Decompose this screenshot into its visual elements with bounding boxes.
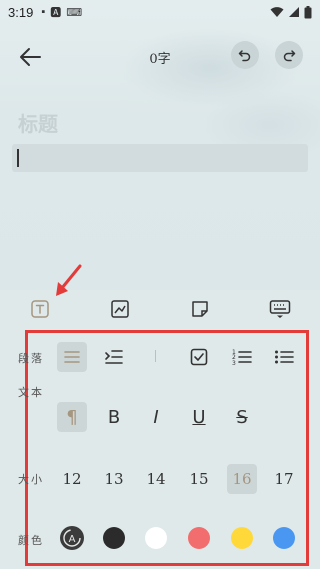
color-red-swatch[interactable] (188, 527, 210, 549)
auto-color-icon: A (60, 526, 84, 550)
tab-sticky-note[interactable] (188, 298, 212, 320)
battery-icon (304, 5, 312, 18)
row-label-text: 文本 (18, 386, 44, 399)
font-size-12-button[interactable]: 12 (57, 464, 87, 494)
indent-button[interactable] (99, 342, 129, 372)
wifi-icon (270, 7, 284, 17)
bold-button[interactable]: B (99, 402, 129, 432)
tab-image[interactable] (108, 298, 132, 320)
strikethrough-icon: S (236, 406, 248, 428)
font-size-13-button[interactable]: 13 (99, 464, 129, 494)
color-auto-button[interactable]: A (57, 523, 87, 553)
svg-text:A: A (69, 534, 76, 545)
bold-icon: B (107, 406, 121, 428)
sim-icon: ▪ (41, 6, 46, 18)
font-size-15-button[interactable]: 15 (184, 464, 214, 494)
redo-icon (283, 50, 296, 62)
font-size-12: 12 (62, 470, 82, 488)
bullet-list-icon (275, 350, 294, 364)
font-size-13: 13 (104, 470, 124, 488)
indent-icon (105, 350, 123, 364)
svg-text:3: 3 (232, 360, 236, 366)
align-left-button[interactable] (57, 342, 87, 372)
editor-area: 3:19 ▪ 🅰 ⌨ 0字 标题 (0, 0, 320, 290)
checklist-button[interactable] (184, 342, 214, 372)
sticky-note-icon (192, 301, 208, 317)
image-icon (111, 300, 129, 318)
paragraph-separator (155, 350, 156, 362)
row-label-size: 大小 (18, 473, 44, 486)
color-yellow-swatch[interactable] (231, 527, 253, 549)
redo-button[interactable] (275, 41, 303, 69)
text-format-icon (31, 300, 49, 318)
numbered-list-button[interactable]: 1 2 3 (227, 342, 257, 372)
back-button[interactable] (16, 42, 46, 72)
paragraph-style-button[interactable]: ¶ (57, 402, 87, 432)
font-size-16-button[interactable]: 16 (227, 464, 257, 494)
undo-button[interactable] (231, 41, 259, 69)
color-black-swatch[interactable] (103, 527, 125, 549)
font-size-14-button[interactable]: 14 (141, 464, 171, 494)
status-bar: 3:19 ▪ 🅰 ⌨ (0, 0, 320, 24)
text-caret (17, 149, 19, 167)
pilcrow-icon: ¶ (66, 406, 78, 428)
arrow-left-icon (20, 48, 41, 66)
tab-keyboard[interactable] (268, 298, 292, 320)
row-label-paragraph: 段落 (18, 352, 44, 365)
align-left-icon (64, 351, 80, 363)
signal-icon (289, 7, 299, 17)
italic-button[interactable]: I (141, 402, 171, 432)
strikethrough-button[interactable]: S (227, 402, 257, 432)
underline-icon: U (192, 406, 206, 428)
italic-icon: I (153, 406, 159, 428)
underline-button[interactable]: U (184, 402, 214, 432)
title-input[interactable]: 标题 (18, 108, 58, 137)
status-time: 3:19 (8, 4, 34, 20)
numbered-list-icon: 1 2 3 (232, 349, 252, 366)
top-toolbar: 0字 (0, 38, 320, 76)
body-input[interactable] (12, 144, 308, 172)
color-white-swatch[interactable] (145, 527, 167, 549)
keyboard-icon: ⌨ (66, 6, 83, 19)
font-size-17-button[interactable]: 17 (269, 464, 299, 494)
font-size-14: 14 (146, 470, 166, 488)
font-size-17: 17 (274, 470, 294, 488)
font-size-16: 16 (232, 470, 252, 488)
row-label-color: 颜色 (18, 534, 44, 547)
color-blue-swatch[interactable] (273, 527, 295, 549)
text-icon: 🅰 (50, 7, 62, 19)
format-tab-bar (0, 290, 320, 328)
bullet-list-button[interactable] (269, 342, 299, 372)
tab-text-format[interactable] (28, 298, 52, 320)
font-size-15: 15 (189, 470, 209, 488)
checkbox-icon (190, 348, 208, 366)
word-count: 0字 (149, 52, 171, 67)
keyboard-icon (269, 300, 291, 318)
undo-icon (238, 50, 251, 62)
